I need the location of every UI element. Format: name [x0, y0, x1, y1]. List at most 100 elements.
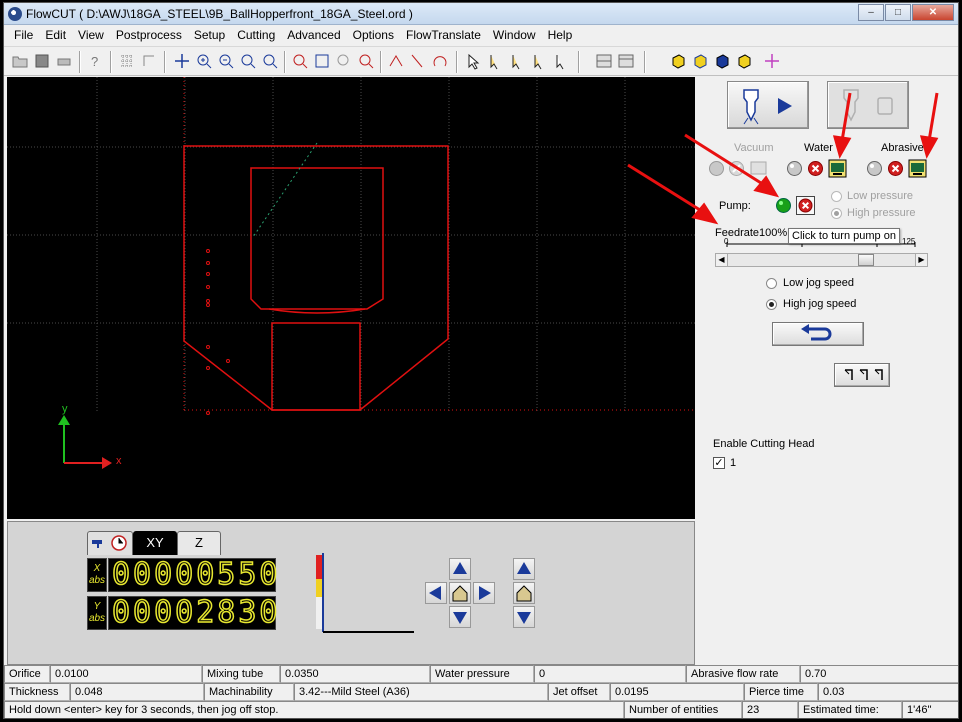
part-outline: [183, 145, 449, 411]
zoom-out-icon[interactable]: [216, 51, 236, 71]
pump-label: Pump:: [719, 200, 751, 212]
jog-left-button[interactable]: [425, 582, 447, 604]
slider-left-arrow[interactable]: ◀: [716, 254, 728, 266]
jog-z-up-button[interactable]: [513, 558, 535, 580]
low-jog-speed-radio[interactable]: [766, 278, 777, 289]
pump-off-icon[interactable]: [796, 196, 815, 215]
zoom-part-icon[interactable]: [290, 51, 310, 71]
menu-options[interactable]: Options: [347, 25, 400, 45]
view-3d-icon[interactable]: [668, 51, 688, 71]
print-icon[interactable]: [54, 51, 74, 71]
tile-vertical-icon[interactable]: [616, 51, 636, 71]
jog-step-button[interactable]: [834, 363, 890, 387]
zoom-previous-icon[interactable]: [334, 51, 354, 71]
open-folder-icon[interactable]: [10, 51, 30, 71]
water-pressure-value: 0: [534, 665, 686, 683]
grid-icon[interactable]: [117, 51, 137, 71]
jog-z-down-button[interactable]: [513, 606, 535, 628]
water-pressure-label: Water pressure: [430, 665, 534, 683]
slider-right-arrow[interactable]: ▶: [915, 254, 927, 266]
minimize-button[interactable]: –: [858, 4, 884, 21]
high-pressure-label: High pressure: [847, 207, 916, 219]
select-icon[interactable]: [463, 51, 483, 71]
abrasive-auto-icon[interactable]: [908, 159, 927, 178]
deselect-icon[interactable]: [551, 51, 571, 71]
abrasive-on-icon[interactable]: [865, 159, 884, 178]
jet-offset-value: 0.0195: [610, 683, 744, 701]
menu-edit[interactable]: Edit: [39, 25, 72, 45]
jog-down-button[interactable]: [449, 606, 471, 628]
abrasive-flow-label: Abrasive flow rate: [686, 665, 800, 683]
low-pressure-radio[interactable]: [831, 191, 842, 202]
dro-panel: XY Z X abs 00000550 Y abs 00002830: [7, 521, 695, 665]
menu-window[interactable]: Window: [487, 25, 542, 45]
menu-file[interactable]: File: [8, 25, 39, 45]
menu-cutting[interactable]: Cutting: [231, 25, 281, 45]
window-controls: – □ ✕: [857, 4, 954, 21]
menu-view[interactable]: View: [72, 25, 110, 45]
x-position-value: 00000550: [111, 557, 281, 592]
menu-postprocess[interactable]: Postprocess: [110, 25, 188, 45]
zoom-redraw-icon[interactable]: [356, 51, 376, 71]
zoom-window-icon[interactable]: [238, 51, 258, 71]
lead-icon[interactable]: [408, 51, 428, 71]
water-off-icon[interactable]: [806, 159, 825, 178]
snap-icon[interactable]: [139, 51, 159, 71]
abrasive-off-icon[interactable]: [886, 159, 905, 178]
home-icon: [452, 585, 468, 602]
feedrate-slider[interactable]: ◀ ▶: [715, 253, 928, 267]
menu-setup[interactable]: Setup: [188, 25, 231, 45]
view-side-icon[interactable]: [734, 51, 754, 71]
cutting-head-1-checkbox[interactable]: ✓: [713, 457, 725, 469]
high-pressure-radio[interactable]: [831, 208, 842, 219]
menu-flowtranslate[interactable]: FlowTranslate: [400, 25, 487, 45]
drawing-canvas[interactable]: y x: [7, 77, 695, 519]
arrow-up-icon: [453, 562, 467, 574]
jog-up-button[interactable]: [449, 558, 471, 580]
pump-on-icon[interactable]: [774, 196, 793, 215]
stop-cutting-button[interactable]: [827, 81, 909, 129]
help-icon[interactable]: ?: [85, 51, 105, 71]
start-cutting-button[interactable]: [727, 81, 809, 129]
tab-z[interactable]: Z: [177, 531, 221, 555]
menu-help[interactable]: Help: [542, 25, 579, 45]
menu-advanced[interactable]: Advanced: [281, 25, 346, 45]
arrow-down-icon: [517, 612, 531, 624]
part-drawing: y x: [7, 77, 695, 469]
path-icon[interactable]: [386, 51, 406, 71]
close-button[interactable]: ✕: [912, 4, 954, 21]
orifice-value: 0.0100: [50, 665, 202, 683]
tab-xy[interactable]: XY: [133, 531, 177, 555]
high-jog-speed-radio[interactable]: [766, 299, 777, 310]
water-on-icon[interactable]: [785, 159, 804, 178]
estimated-time-label: Estimated time:: [798, 701, 902, 718]
maximize-button[interactable]: □: [885, 4, 911, 21]
tab-water-timer[interactable]: [87, 531, 133, 555]
water-auto-icon[interactable]: [828, 159, 847, 178]
jog-home-button[interactable]: [449, 582, 471, 604]
save-icon[interactable]: [32, 51, 52, 71]
zoom-fit-icon[interactable]: [260, 51, 280, 71]
select-chain-icon[interactable]: [507, 51, 527, 71]
move-origin-icon[interactable]: [762, 51, 782, 71]
return-home-button[interactable]: [772, 322, 864, 346]
abrasive-label: Abrasive: [881, 142, 924, 154]
pan-icon[interactable]: [172, 51, 192, 71]
select-box-icon[interactable]: [529, 51, 549, 71]
zoom-in-icon[interactable]: [194, 51, 214, 71]
feedrate-tick-0: 0: [724, 237, 729, 246]
stop-nozzle-icon: [843, 89, 893, 122]
view-front-icon[interactable]: [712, 51, 732, 71]
tile-horizontal-icon[interactable]: [594, 51, 614, 71]
select-entity-icon[interactable]: [485, 51, 505, 71]
y-abs-label: Y abs: [87, 596, 107, 630]
axis-x-label: x: [116, 455, 122, 467]
arc-icon[interactable]: [430, 51, 450, 71]
view-top-icon[interactable]: [690, 51, 710, 71]
feedrate-tick-125: 125: [902, 237, 916, 246]
jog-z-home-button[interactable]: [513, 582, 535, 604]
arrow-down-icon: [453, 612, 467, 624]
zoom-extents-icon[interactable]: [312, 51, 332, 71]
jog-right-button[interactable]: [473, 582, 495, 604]
feedrate-thumb[interactable]: [857, 254, 874, 266]
